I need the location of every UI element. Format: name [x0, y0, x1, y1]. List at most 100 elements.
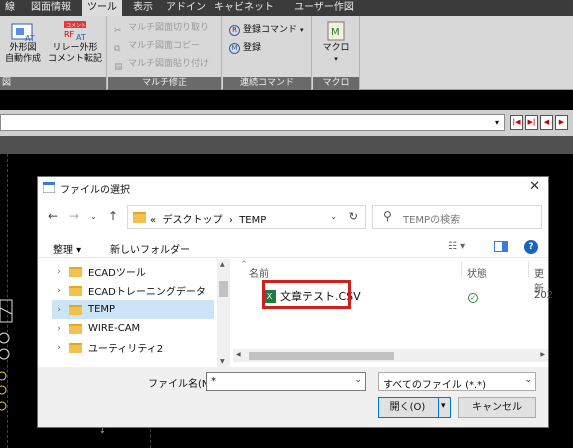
- ribbon: AT 外形図 自動作成 コメント RF AT リレー外形 コメント転記 図 ✂ マルチ…: [0, 16, 573, 90]
- relay-outline-button[interactable]: コメント RF AT リレー外形 コメント転記: [46, 20, 104, 65]
- command-input[interactable]: ▾: [0, 114, 505, 131]
- macro-button[interactable]: M マクロ ▾: [317, 20, 355, 65]
- scissors-icon: ✂: [114, 25, 122, 36]
- outline-auto-button[interactable]: AT 外形図 自動作成: [2, 20, 44, 65]
- chevron-down-icon[interactable]: ▾: [441, 401, 446, 411]
- dialog-footer: ファイル名(N): * ⌄ すべてのファイル (*.*) ⌄ 開く(O) ▾ キ…: [38, 367, 548, 427]
- outline-auto-icon: AT: [9, 20, 37, 43]
- dialog-title: ファイルの選択: [60, 185, 130, 196]
- tab-addin[interactable]: アドイン: [164, 0, 208, 16]
- view-options-icon[interactable]: ☷ ▾: [448, 241, 465, 252]
- file-list-hscrollbar[interactable]: ◀ ▶: [233, 349, 548, 362]
- back-arrow-icon[interactable]: ←: [48, 209, 58, 223]
- svg-text:M: M: [331, 27, 340, 38]
- nav-last-button[interactable]: ▶: [555, 115, 568, 130]
- tree-item-label: ECADツール: [88, 268, 146, 279]
- new-folder-button[interactable]: 新しいフォルダー: [110, 241, 190, 256]
- folder-icon: [69, 323, 82, 334]
- refresh-icon[interactable]: ↻: [349, 210, 358, 223]
- tree-item-utility2[interactable]: › ユーティリティ2: [52, 338, 214, 357]
- ribbon-group-drawing-label: 図: [0, 77, 106, 90]
- breadcrumb-desktop[interactable]: デスクトップ: [162, 215, 222, 226]
- chevron-right-icon[interactable]: ›: [52, 267, 66, 277]
- breadcrumb-temp[interactable]: TEMP: [239, 215, 266, 226]
- tab-user-drawing[interactable]: ユーザー作図: [280, 0, 368, 16]
- tab-drawing-info[interactable]: 図面情報: [20, 0, 82, 16]
- address-row: ← → ⌄ ↑ « デスクトップ › TEMP ⌄ ↻ ⚲ TEMPの検索: [38, 204, 548, 230]
- chevron-right-icon[interactable]: ›: [52, 343, 66, 353]
- chevron-down-icon[interactable]: ▾: [490, 115, 504, 130]
- registered-command-icon: R: [229, 24, 240, 36]
- nav-first-button[interactable]: |◀: [510, 115, 523, 130]
- up-arrow-icon[interactable]: ↑: [108, 209, 118, 223]
- sort-up-icon: ^: [241, 260, 247, 268]
- folder-icon: [69, 304, 82, 315]
- column-separator[interactable]: [461, 261, 462, 277]
- forward-arrow-icon[interactable]: →: [69, 209, 79, 223]
- scroll-right-icon[interactable]: ▶: [540, 351, 545, 358]
- scroll-down-icon[interactable]: ▼: [220, 358, 225, 365]
- tree-item-wire-cam[interactable]: › WIRE-CAM: [52, 319, 214, 338]
- tree-item-label: ECADトレーニングデータ: [88, 287, 206, 298]
- help-icon[interactable]: ?: [524, 240, 538, 254]
- chevron-down-icon[interactable]: ⌄: [330, 212, 337, 221]
- scroll-left-icon[interactable]: ◀: [236, 351, 241, 358]
- tree-item-temp[interactable]: › TEMP: [52, 300, 214, 319]
- organize-button[interactable]: 整理 ▾: [53, 241, 81, 256]
- tab-view[interactable]: 表示: [122, 0, 164, 16]
- menu-bar: 線 図面情報 ツール 表示 アドイン キャビネット ユーザー作図: [0, 0, 573, 16]
- column-separator[interactable]: [528, 261, 529, 277]
- tab-cabinet[interactable]: キャビネット: [208, 0, 280, 16]
- macro-scroll-icon: M: [325, 20, 347, 42]
- tree-item-ecad-training[interactable]: › ECADトレーニングデータ: [52, 281, 214, 300]
- chevron-down-icon[interactable]: ⌄: [524, 375, 532, 385]
- multi-copy-button[interactable]: ⧉ マルチ図面コピー: [114, 38, 200, 54]
- nav-next-button[interactable]: ▶|: [525, 115, 538, 130]
- open-split-divider: [438, 398, 439, 417]
- tab-tools[interactable]: ツール: [82, 0, 122, 16]
- multi-copy-label: マルチ図面コピー: [128, 41, 201, 51]
- file-date: 202: [534, 290, 554, 301]
- register-button[interactable]: M 登録: [229, 40, 261, 56]
- filename-input[interactable]: * ⌄: [206, 372, 366, 391]
- multi-paste-button[interactable]: ▤ マルチ図面貼り付け: [114, 56, 209, 72]
- multi-paste-label: マルチ図面貼り付け: [128, 59, 210, 69]
- paste-icon: ▤: [114, 61, 123, 72]
- scroll-thumb[interactable]: [249, 352, 394, 360]
- nav-prev-button[interactable]: ◀: [540, 115, 553, 130]
- registered-command-label: 登録コマンド: [243, 25, 298, 35]
- scroll-thumb[interactable]: [219, 281, 228, 297]
- search-box[interactable]: ⚲ TEMPの検索: [372, 205, 542, 229]
- tree-item-label: WIRE-CAM: [88, 323, 141, 334]
- tree-item-ecad-tool[interactable]: › ECADツール: [52, 262, 214, 281]
- relay-comment-icon: コメント RF AT: [60, 20, 90, 42]
- chevron-down-icon[interactable]: ⌄: [354, 375, 362, 385]
- folder-icon: [69, 285, 82, 296]
- registered-command-button[interactable]: R 登録コマンド ▾: [229, 22, 304, 38]
- filetype-select[interactable]: すべてのファイル (*.*) ⌄: [378, 372, 536, 391]
- cancel-button[interactable]: キャンセル: [458, 397, 536, 418]
- ribbon-group-macro: M マクロ ▾ マクロ: [313, 16, 360, 90]
- folder-icon: [69, 342, 82, 353]
- folder-tree: › ECADツール › ECADトレーニングデータ › TEMP › WIRE-CAM …: [38, 259, 230, 367]
- multi-cut-button[interactable]: ✂ マルチ図面切り取り: [114, 20, 209, 36]
- close-icon[interactable]: ✕: [529, 179, 540, 194]
- preview-pane-icon[interactable]: [494, 241, 508, 252]
- tree-scrollbar[interactable]: ▲ ▼: [217, 259, 230, 367]
- breadcrumb-overflow[interactable]: «: [150, 215, 156, 226]
- file-select-dialog: ファイルの選択 ✕ ← → ⌄ ↑ « デスクトップ › TEMP ⌄ ↻ ⚲ …: [37, 176, 553, 428]
- chevron-right-icon[interactable]: ›: [52, 305, 66, 315]
- chevron-down-icon[interactable]: ⌄: [90, 212, 97, 221]
- command-bar: ▾ |◀ ▶| ◀ ▶: [0, 110, 573, 136]
- chevron-right-icon[interactable]: ›: [52, 324, 66, 334]
- column-status[interactable]: 状態: [467, 265, 487, 280]
- register-icon: M: [229, 42, 240, 54]
- search-input[interactable]: TEMPの検索: [403, 211, 460, 226]
- relay-comment-badge: コメント: [66, 23, 86, 29]
- chevron-right-icon[interactable]: ›: [52, 286, 66, 296]
- column-name[interactable]: 名前: [249, 265, 269, 280]
- tab-line[interactable]: 線: [0, 0, 20, 16]
- address-bar[interactable]: « デスクトップ › TEMP ⌄ ↻: [127, 205, 366, 229]
- scroll-up-icon[interactable]: ▲: [220, 261, 225, 268]
- breadcrumb: « デスクトップ › TEMP: [150, 211, 266, 226]
